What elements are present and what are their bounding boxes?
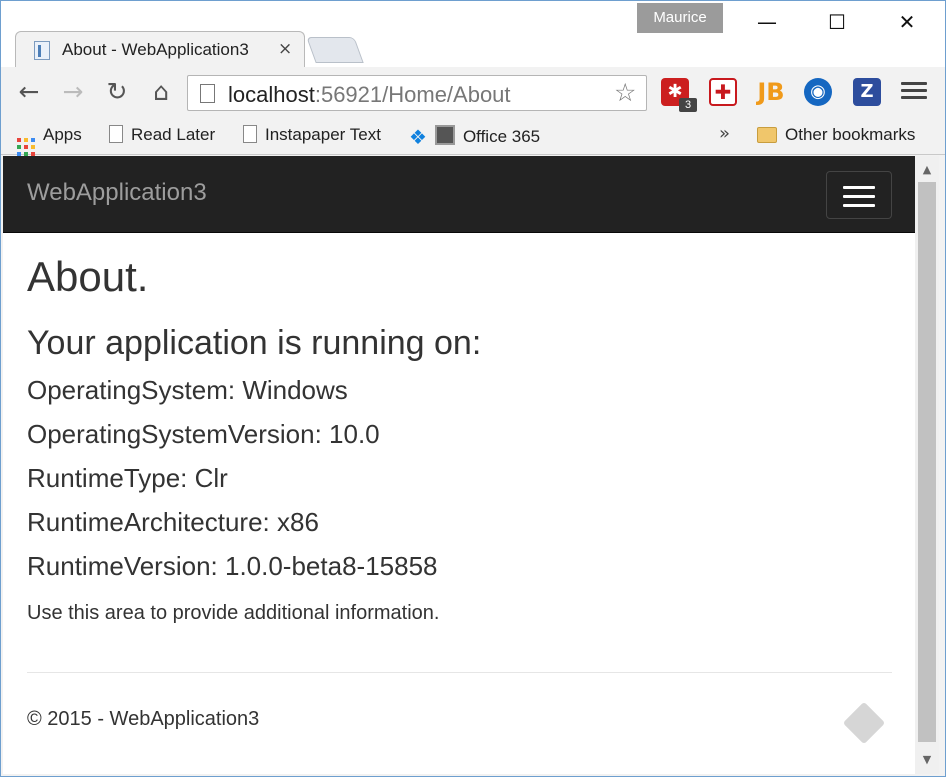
info-line: RuntimeType: Clr	[27, 463, 228, 493]
bookmark-apps[interactable]: Apps	[17, 125, 82, 156]
home-button[interactable]: ⌂	[146, 77, 176, 107]
navbar-toggle-button[interactable]	[826, 171, 892, 219]
url-text[interactable]: localhost:56921/Home/About	[228, 82, 511, 108]
browser-window: Maurice — ☐ ✕ About - WebApplication3 × …	[0, 0, 946, 777]
reload-button[interactable]: ↻	[102, 77, 132, 107]
bookmark-label: Read Later	[131, 125, 216, 144]
info-line: OperatingSystemVersion: 10.0	[27, 419, 380, 449]
bookmark-office-365[interactable]: ❖ Office 365	[409, 125, 540, 149]
page-icon	[200, 84, 215, 103]
extension-badge: 3	[679, 98, 697, 112]
close-window-button[interactable]: ✕	[889, 7, 925, 37]
bookmark-label: Apps	[43, 125, 82, 144]
minimize-button[interactable]: —	[749, 7, 785, 37]
bookmark-instapaper-text[interactable]: Instapaper Text	[243, 125, 381, 145]
tab-about[interactable]: About - WebApplication3 ×	[15, 31, 305, 68]
url-host: localhost	[228, 82, 315, 107]
office-icon	[434, 125, 455, 145]
site-navbar: WebApplication3	[3, 156, 915, 233]
title-bar: Maurice — ☐ ✕ About - WebApplication3 ×	[1, 1, 945, 68]
dropbox-icon: ❖	[409, 125, 427, 149]
address-bar[interactable]: localhost:56921/Home/About ☆	[187, 75, 647, 111]
page-favicon-icon	[34, 41, 50, 60]
browser-toolbar: ← → ↻ ⌂ localhost:56921/Home/About ☆ ✱ 3…	[1, 67, 945, 117]
bookmark-star-icon[interactable]: ☆	[614, 78, 636, 107]
page-viewport: WebApplication3 About. Your application …	[3, 156, 915, 774]
url-path: :56921/Home/About	[314, 82, 511, 107]
profile-button[interactable]: Maurice	[637, 3, 723, 33]
page-icon	[243, 125, 257, 143]
tab-close-icon[interactable]: ×	[278, 39, 292, 59]
folder-icon	[757, 127, 777, 143]
bookmark-label: Instapaper Text	[265, 125, 381, 144]
bookmark-label: Office 365	[462, 127, 541, 146]
new-tab-button[interactable]	[306, 37, 364, 63]
footer-divider	[27, 672, 892, 673]
scrollbar-thumb[interactable]	[918, 182, 936, 742]
info-line: RuntimeArchitecture: x86	[27, 507, 319, 537]
chrome-menu-icon[interactable]	[901, 78, 927, 104]
bookmark-label: Other bookmarks	[785, 125, 916, 144]
blue-extension-icon[interactable]: ◉	[804, 78, 832, 106]
timer-extension-icon[interactable]: ✚	[709, 78, 737, 106]
zotero-extension-icon[interactable]: Z	[853, 78, 881, 106]
bookmark-other-bookmarks[interactable]: Other bookmarks	[757, 125, 915, 145]
page-title: About.	[27, 253, 149, 300]
scroll-down-arrow-icon[interactable]: ▼	[915, 750, 939, 770]
site-brand-link[interactable]: WebApplication3	[27, 179, 207, 207]
maximize-button[interactable]: ☐	[819, 7, 855, 37]
feedback-icon[interactable]	[842, 701, 886, 745]
tab-title: About - WebApplication3	[62, 40, 249, 59]
page-icon	[109, 125, 123, 143]
main-content: About. Your application is running on: O…	[27, 256, 892, 625]
page-subtitle: Your application is running on:	[27, 324, 482, 362]
info-line: RuntimeVersion: 1.0.0-beta8-15858	[27, 551, 438, 581]
bookmark-read-later[interactable]: Read Later	[109, 125, 215, 145]
bookmarks-overflow-button[interactable]: »	[719, 123, 730, 144]
apps-grid-icon	[17, 138, 35, 156]
info-paragraph: Use this area to provide additional info…	[27, 602, 440, 624]
info-line: OperatingSystem: Windows	[27, 375, 348, 405]
footer-text: © 2015 - WebApplication3	[27, 708, 260, 730]
scroll-up-arrow-icon[interactable]: ▲	[915, 160, 939, 180]
back-button[interactable]: ←	[14, 77, 44, 107]
bookmarks-bar: Apps Read Later Instapaper Text ❖ Office …	[1, 117, 945, 156]
forward-button[interactable]: →	[58, 77, 88, 107]
jetbrains-extension-icon[interactable]: JB	[755, 78, 787, 106]
vertical-scrollbar[interactable]: ▲ ▼	[915, 156, 939, 774]
